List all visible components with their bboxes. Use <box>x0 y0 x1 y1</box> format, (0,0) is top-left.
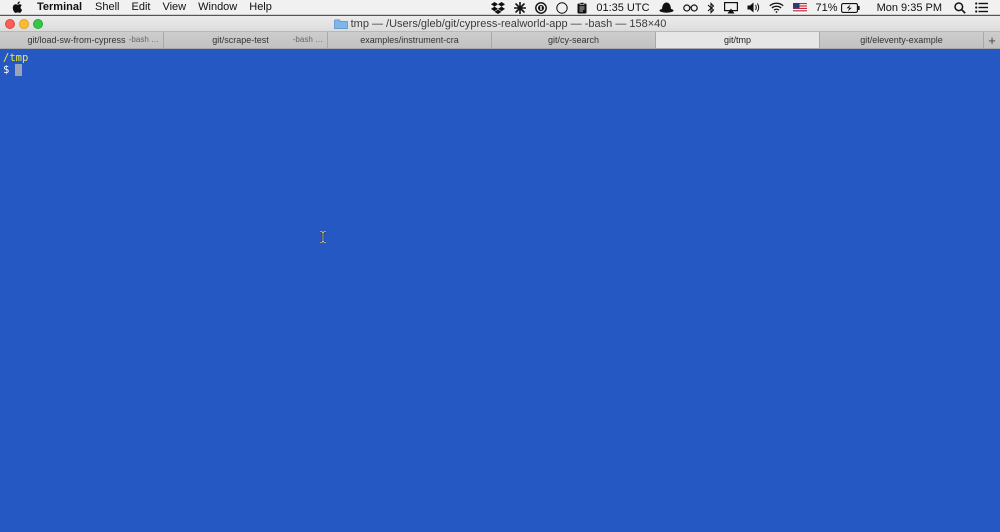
glasses-icon[interactable] <box>682 0 698 15</box>
window-title-bar[interactable]: tmp — /Users/gleb/git/cypress-realworld-… <box>0 16 1000 32</box>
circle-icon[interactable] <box>556 0 569 15</box>
tab-label: git/scrape-test <box>212 35 269 45</box>
list-icon[interactable] <box>975 0 988 15</box>
bluetooth-icon[interactable] <box>707 0 715 15</box>
dropbox-icon[interactable] <box>491 0 506 15</box>
onepassword-icon[interactable] <box>535 0 548 15</box>
battery-percent[interactable]: 71% <box>816 0 838 15</box>
menu-help[interactable]: Help <box>243 0 278 15</box>
new-tab-button[interactable]: + <box>984 32 1000 48</box>
clock[interactable]: Mon 9:35 PM <box>877 0 942 15</box>
hat-icon[interactable] <box>659 0 674 15</box>
prompt-symbol: $ <box>3 64 10 76</box>
menu-window[interactable]: Window <box>192 0 243 15</box>
text-cursor <box>15 64 23 76</box>
ibeam-cursor-icon <box>319 230 327 246</box>
tab-label: git/load-sw-from-cypress <box>27 35 126 45</box>
time-utc[interactable]: 01:35 UTC <box>596 0 649 15</box>
tab-eleventy-example[interactable]: git/eleventy-example <box>820 32 984 48</box>
clipboard-icon[interactable] <box>577 0 587 15</box>
tab-label: git/cy-search <box>547 35 600 45</box>
window-title-text: tmp — /Users/gleb/git/cypress-realworld-… <box>350 18 667 30</box>
prompt-line: $ <box>3 64 23 76</box>
window-title: tmp — /Users/gleb/git/cypress-realworld-… <box>0 16 1000 32</box>
menu-view[interactable]: View <box>156 0 192 15</box>
menu-terminal[interactable]: Terminal <box>35 0 89 15</box>
menu-shell[interactable]: Shell <box>89 0 125 15</box>
volume-icon[interactable] <box>747 0 760 15</box>
apple-icon[interactable] <box>12 1 24 13</box>
status-area: 01:35 UTC 71% Mon 9:35 PM <box>491 0 1000 15</box>
tab-instrument-cra[interactable]: examples/instrument-cra <box>328 32 492 48</box>
tab-label: examples/instrument-cra <box>360 35 459 45</box>
tab-cy-search[interactable]: git/cy-search <box>492 32 656 48</box>
folder-icon <box>333 19 348 29</box>
tab-label: git/tmp <box>723 35 751 45</box>
search-icon[interactable] <box>954 0 966 15</box>
tab-label: git/eleventy-example <box>860 35 943 45</box>
tab-process: -bash … <box>128 35 159 44</box>
pinwheel-icon[interactable] <box>514 0 527 15</box>
current-directory: /tmp <box>3 52 29 64</box>
tab-tmp[interactable]: git/tmp <box>656 32 820 48</box>
terminal-area[interactable]: /tmp $ <box>0 50 1000 532</box>
flag-icon[interactable] <box>792 0 807 15</box>
battery-icon[interactable] <box>840 0 860 15</box>
wifi-icon[interactable] <box>768 0 784 15</box>
tab-load-sw-from-cypress[interactable]: git/load-sw-from-cypress -bash … <box>0 32 164 48</box>
menu-bar: Terminal Shell Edit View Window Help 01:… <box>0 0 1000 15</box>
tab-process: -bash … <box>292 35 323 44</box>
tab-scrape-test[interactable]: git/scrape-test -bash … <box>164 32 328 48</box>
tab-bar: git/load-sw-from-cypress -bash … git/scr… <box>0 32 1000 49</box>
airplay-icon[interactable] <box>723 0 738 15</box>
menu-edit[interactable]: Edit <box>126 0 157 15</box>
